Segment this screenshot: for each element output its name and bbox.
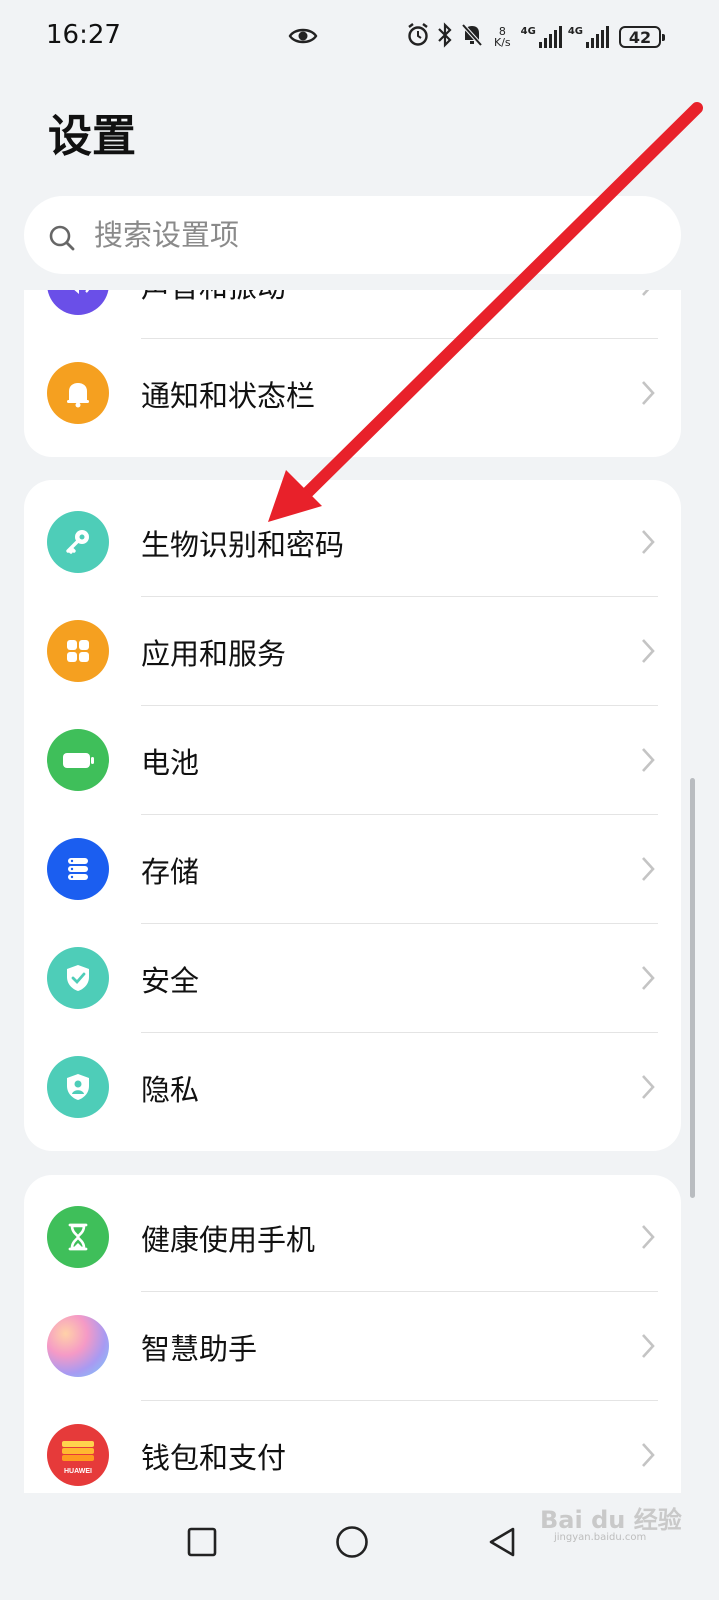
chevron-right-icon	[638, 962, 658, 998]
signal-icon	[538, 26, 562, 48]
bell-icon	[47, 362, 109, 424]
settings-item-storage[interactable]: 存储	[24, 815, 681, 924]
chevron-right-icon	[638, 635, 658, 671]
watermark: Bai du 经验 jingyan.baidu.com	[540, 1500, 682, 1543]
bluetooth-icon	[436, 22, 454, 52]
status-icons: 8 K/s 4G 4G 42	[406, 22, 665, 52]
hourglass-icon	[47, 1206, 109, 1268]
wallet-brand-text: HUAWEI	[64, 1468, 92, 1475]
signal-sim1: 4G	[521, 26, 562, 48]
chevron-right-icon	[638, 526, 658, 562]
settings-item-label: 隐私	[141, 1073, 200, 1107]
settings-item-battery[interactable]: 电池	[24, 706, 681, 815]
page-title: 设置	[48, 111, 136, 162]
settings-item-wallet[interactable]: HUAWEI 钱包和支付	[24, 1401, 681, 1493]
assistant-icon	[47, 1315, 109, 1377]
net-speed-unit: K/s	[494, 36, 511, 49]
triangle-back-icon	[489, 1527, 515, 1557]
settings-item-label: 声音和振动	[141, 290, 286, 306]
chevron-right-icon	[638, 744, 658, 780]
watermark-text: Bai du 经验	[540, 1506, 682, 1534]
square-icon	[187, 1527, 217, 1557]
recent-apps-button[interactable]	[172, 1512, 232, 1572]
chevron-right-icon	[638, 1330, 658, 1366]
key-icon	[47, 511, 109, 573]
sim1-label: 4G	[520, 26, 536, 37]
settings-item-biometrics[interactable]: 生物识别和密码	[24, 488, 681, 597]
settings-item-assistant[interactable]: 智慧助手	[24, 1292, 681, 1401]
signal-icon	[586, 26, 609, 48]
storage-icon	[47, 838, 109, 900]
home-button[interactable]	[322, 1512, 382, 1572]
settings-item-label: 应用和服务	[141, 637, 287, 671]
settings-item-privacy[interactable]: 隐私	[24, 1033, 681, 1142]
status-time: 16:27	[46, 20, 121, 50]
settings-group-2: 生物识别和密码 应用和服务 电池 存储 安全 隐私	[24, 480, 681, 1151]
settings-item-label: 智慧助手	[141, 1332, 258, 1366]
settings-item-label: 生物识别和密码	[141, 528, 345, 562]
settings-list[interactable]: 声音和振动 通知和状态栏 生物识别和密码 应用和服务	[0, 290, 719, 1493]
net-speed: 8 K/s	[494, 26, 511, 48]
search-icon	[48, 224, 76, 256]
chevron-right-icon	[638, 853, 658, 889]
wallet-icon: HUAWEI	[47, 1424, 109, 1486]
signal-sim2: 4G	[568, 26, 609, 48]
apps-icon	[47, 620, 109, 682]
settings-item-apps[interactable]: 应用和服务	[24, 597, 681, 706]
sim2-label: 4G	[567, 26, 583, 37]
battery-icon: 42	[619, 26, 665, 48]
sound-icon	[47, 290, 109, 315]
settings-item-label: 通知和状态栏	[141, 379, 316, 413]
mute-notification-icon	[460, 22, 484, 52]
privacy-shield-icon	[47, 1056, 109, 1118]
chevron-right-icon	[638, 1439, 658, 1475]
circle-icon	[336, 1526, 368, 1558]
settings-item-label: 健康使用手机	[141, 1223, 316, 1257]
scrollbar[interactable]	[690, 778, 695, 1198]
back-button[interactable]	[472, 1512, 532, 1572]
chevron-right-icon	[638, 290, 658, 304]
settings-item-digital-balance[interactable]: 健康使用手机	[24, 1183, 681, 1292]
settings-group-1: 声音和振动 通知和状态栏	[24, 290, 681, 457]
settings-item-notifications[interactable]: 通知和状态栏	[24, 339, 681, 448]
chevron-right-icon	[638, 377, 658, 413]
search-input[interactable]	[94, 214, 574, 256]
status-bar: 16:27 8 K/s 4G 4G 42	[0, 0, 719, 76]
settings-item-security[interactable]: 安全	[24, 924, 681, 1033]
settings-item-label: 钱包和支付	[141, 1441, 287, 1475]
settings-item-sound[interactable]: 声音和振动	[24, 290, 681, 339]
chevron-right-icon	[638, 1221, 658, 1257]
settings-item-label: 存储	[141, 855, 200, 889]
settings-group-3: 健康使用手机 智慧助手 HUAWEI 钱包和支付	[24, 1175, 681, 1493]
battery-icon	[47, 729, 109, 791]
watermark-url: jingyan.baidu.com	[554, 1532, 647, 1543]
alarm-icon	[406, 22, 430, 52]
settings-item-label: 电池	[141, 746, 200, 780]
chevron-right-icon	[638, 1071, 658, 1107]
shield-check-icon	[47, 947, 109, 1009]
settings-item-label: 安全	[141, 964, 200, 998]
eye-icon	[288, 24, 318, 52]
